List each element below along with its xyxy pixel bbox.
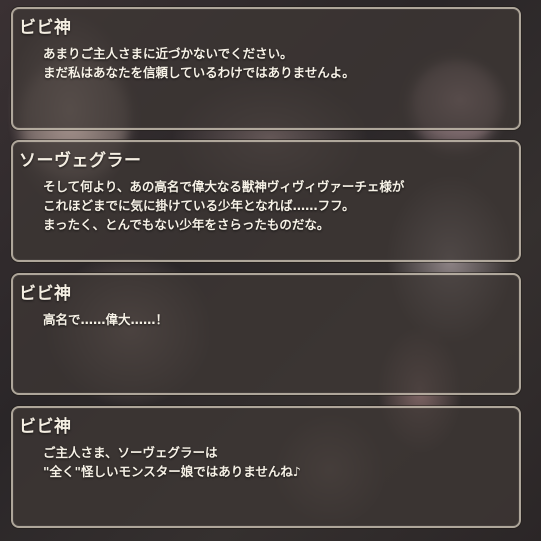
dialog-line: まだ私はあなたを信頼しているわけではありませんよ。 <box>43 65 355 80</box>
dialog-text: あまりご主人さまに近づかないでください。 まだ私はあなたを信頼しているわけではあ… <box>43 44 355 82</box>
game-screen: ビビ神 あまりご主人さまに近づかないでください。 まだ私はあなたを信頼しているわ… <box>0 0 541 541</box>
dialog-line: これほどまでに気に掛けている少年となれば……フフ。 <box>43 198 355 213</box>
speaker-name: ビビ神 <box>19 18 72 38</box>
dialog-line: そして何より、あの高名で偉大なる獣神ヴィヴィヴァーチェ様が <box>43 179 405 194</box>
dialog-text: ご主人さま、ソーヴェグラーは "全く"怪しいモンスター娘ではありませんね♪ <box>43 443 301 481</box>
speaker-name: ビビ神 <box>19 417 72 437</box>
dialog-line: あまりご主人さまに近づかないでください。 <box>43 46 293 61</box>
dialog-text: 高名で……偉大……！ <box>43 310 168 329</box>
dialog-text: そして何より、あの高名で偉大なる獣神ヴィヴィヴァーチェ様が これほどまでに気に掛… <box>43 177 404 234</box>
dialog-box-1[interactable]: ビビ神 あまりご主人さまに近づかないでください。 まだ私はあなたを信頼しているわ… <box>11 7 521 130</box>
speaker-name: ビビ神 <box>19 284 72 304</box>
dialog-line: まったく、とんでもない少年をさらったものだな。 <box>43 217 330 232</box>
speaker-name: ソーヴェグラー <box>19 151 142 171</box>
dialog-line: 高名で……偉大……！ <box>43 312 169 327</box>
dialog-box-3[interactable]: ビビ神 高名で……偉大……！ <box>11 273 521 395</box>
dialog-box-4[interactable]: ビビ神 ご主人さま、ソーヴェグラーは "全く"怪しいモンスター娘ではありませんね… <box>11 406 521 528</box>
dialog-line: "全く"怪しいモンスター娘ではありませんね♪ <box>43 464 301 479</box>
dialog-line: ご主人さま、ソーヴェグラーは <box>43 445 218 460</box>
dialog-box-2[interactable]: ソーヴェグラー そして何より、あの高名で偉大なる獣神ヴィヴィヴァーチェ様が これ… <box>11 140 521 262</box>
